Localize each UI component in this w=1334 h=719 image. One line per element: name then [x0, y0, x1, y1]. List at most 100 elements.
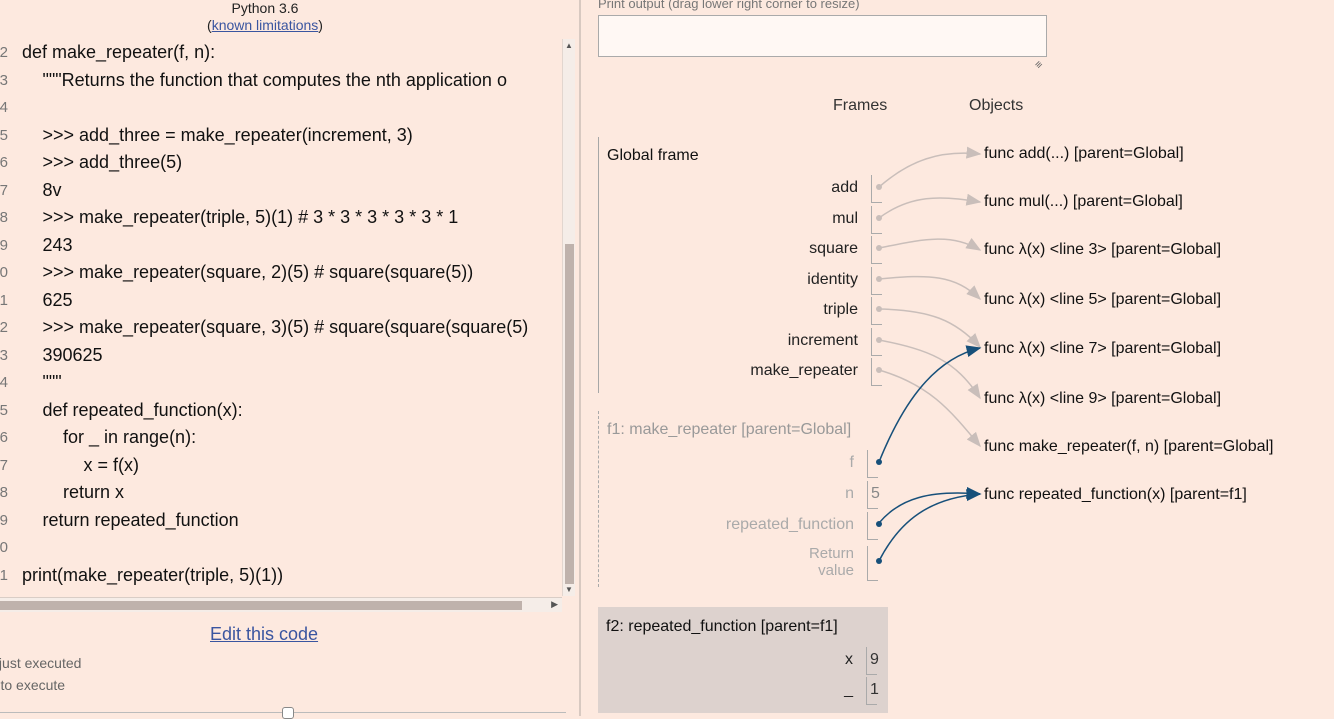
- line-number: 0: [0, 264, 8, 281]
- line-number: 8: [0, 209, 8, 226]
- f1-frame-title: f1: make_repeater [parent=Global]: [607, 421, 852, 438]
- global-var-add: add: [831, 179, 858, 196]
- code-text: >>> make_repeater(triple, 5)(1) # 3 * 3 …: [42, 207, 459, 227]
- code-line: 0: [0, 534, 576, 561]
- line-number: 5: [0, 126, 8, 144]
- arrow-f1-return: [878, 489, 982, 562]
- line-number: 9: [0, 236, 8, 254]
- frames-header: Frames: [833, 97, 888, 114]
- horizontal-scroll-thumb[interactable]: [0, 601, 522, 610]
- object-func-lambda-line3: func λ(x) <line 3> [parent=Global]: [984, 241, 1222, 258]
- arrow-triple: [878, 308, 982, 349]
- object-func-repeated-function: func repeated_function(x) [parent=f1]: [984, 486, 1247, 503]
- f1-return-pointer: [876, 558, 882, 564]
- global-var-square: square: [809, 240, 858, 257]
- code-text: return x: [63, 482, 125, 502]
- f1-frame: f1: make_repeater [parent=Global] f n 5 …: [598, 411, 889, 587]
- code-vertical-scrollbar[interactable]: ▲ ▼: [562, 39, 575, 596]
- arrow-f1-repeated-function: [878, 486, 982, 524]
- line-number: 6: [0, 429, 8, 446]
- return-label-line1: Return: [808, 545, 854, 562]
- scroll-right-icon[interactable]: ▶: [551, 599, 558, 610]
- code-text: x = f(x): [83, 454, 140, 475]
- f1-var-f: f: [849, 454, 854, 471]
- code-text: >>> add_three(5): [42, 152, 183, 172]
- global-var-pointer: [876, 306, 882, 312]
- f1-repeated-function-pointer: [876, 521, 882, 527]
- object-func-add: func add(...) [parent=Global]: [984, 145, 1184, 162]
- object-func-mul: func mul(...) [parent=Global]: [984, 193, 1183, 210]
- code-line: 5 >>> add_three = make_repeater(increment…: [0, 122, 576, 149]
- code-line: 7 x = f(x): [0, 452, 576, 479]
- global-frame: Global frame add mul square identity triple i…: [598, 137, 889, 393]
- code-text: def repeated_function(x):: [42, 399, 243, 420]
- line-number: 7: [0, 181, 8, 199]
- edit-code-link[interactable]: Edit this code: [210, 624, 318, 645]
- code-line: 9 return repeated_function: [0, 507, 576, 534]
- line-number: 1: [0, 291, 8, 309]
- line-number: 4: [0, 99, 8, 116]
- code-line: 9 243: [0, 232, 576, 259]
- panel-divider[interactable]: [579, 0, 581, 716]
- global-var-make-repeater: make_repeater: [750, 362, 858, 379]
- print-output-box[interactable]: [598, 15, 1047, 57]
- arrow-add: [878, 146, 982, 188]
- code-text: >>> add_three = make_repeater(increment,…: [42, 124, 413, 145]
- code-line: 3 390625: [0, 342, 576, 369]
- global-var-pointer: [876, 245, 882, 251]
- code-line: 6 for _ in range(n):: [0, 424, 576, 451]
- code-editor[interactable]: 2 def make_repeater(f, n): 3 """Returns the…: [0, 39, 576, 599]
- f1-return-label: Return value: [809, 545, 854, 579]
- line-number: 1: [0, 566, 8, 584]
- return-label-line2: value: [818, 562, 854, 579]
- f2-var-underscore-value: 1: [870, 681, 879, 698]
- legend-just-executed: e that just executed: [0, 655, 82, 671]
- code-text: 243: [42, 234, 73, 255]
- arrow-f1-f: [878, 345, 982, 463]
- line-number: 8: [0, 484, 8, 501]
- language-label: Python 3.6: [231, 0, 299, 16]
- global-var-pointer: [876, 214, 882, 221]
- code-line: 2 def make_repeater(f, n):: [0, 39, 576, 66]
- line-number: 2: [0, 44, 8, 61]
- f1-var-n-value: 5: [871, 485, 880, 502]
- code-line: 6 >>> add_three(5): [0, 149, 576, 176]
- scroll-up-icon[interactable]: ▲: [565, 41, 573, 50]
- code-line: 7 8v: [0, 177, 576, 204]
- step-slider-handle[interactable]: [282, 707, 294, 719]
- line-number: 6: [0, 154, 8, 171]
- arrow-square: [878, 237, 982, 251]
- global-var-pointer: [876, 367, 882, 373]
- code-text: >>> make_repeater(square, 2)(5) # square…: [42, 262, 474, 282]
- f2-frame: f2: repeated_function [parent=f1] x 9 _ …: [598, 607, 888, 713]
- global-var-increment: increment: [787, 331, 858, 349]
- code-text: 390625: [42, 344, 103, 365]
- code-horizontal-scrollbar[interactable]: ▶: [0, 597, 562, 612]
- code-text: def make_repeater(f, n):: [22, 42, 216, 62]
- f2-frame-title: f2: repeated_function [parent=f1]: [606, 618, 838, 635]
- arrow-identity: [878, 275, 982, 301]
- resize-grip-icon[interactable]: ≡: [1033, 58, 1046, 71]
- code-line: 2 >>> make_repeater(square, 3)(5) # squar…: [0, 314, 576, 341]
- known-limitations-link[interactable]: known limitations: [212, 17, 319, 33]
- code-line: 1 625: [0, 287, 576, 314]
- scroll-down-icon[interactable]: ▼: [565, 585, 573, 594]
- code-text: """Returns the function that computes th…: [42, 69, 507, 90]
- global-frame-title: Global frame: [607, 147, 699, 164]
- code-text: for _ in range(n):: [63, 427, 197, 447]
- code-text: >>> make_repeater(square, 3)(5) # square…: [42, 317, 529, 337]
- line-number: 2: [0, 319, 8, 336]
- line-number: 5: [0, 401, 8, 419]
- object-func-make-repeater: func make_repeater(f, n) [parent=Global]: [984, 438, 1274, 455]
- line-number: 3: [0, 346, 8, 364]
- objects-header: Objects: [969, 97, 1024, 114]
- code-text: print(make_repeater(triple, 5)(1)): [22, 564, 284, 585]
- limitations-line: (known limitations): [207, 17, 323, 33]
- vertical-scroll-thumb[interactable]: [565, 244, 574, 584]
- arrow-increment: [878, 339, 981, 400]
- legend-next-line: xt line to execute: [0, 677, 66, 693]
- line-number: 4: [0, 374, 8, 391]
- line-number: 0: [0, 539, 8, 556]
- f1-f-pointer: [876, 459, 882, 465]
- global-var-mul: mul: [832, 209, 858, 227]
